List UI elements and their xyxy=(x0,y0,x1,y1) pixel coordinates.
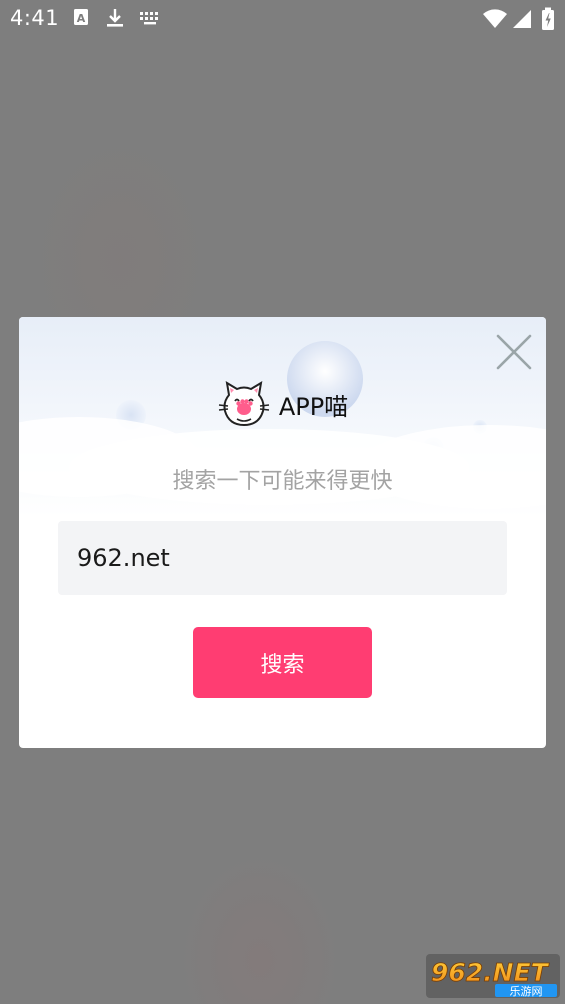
search-button[interactable]: 搜索 xyxy=(193,627,372,698)
watermark-tagline: 乐游网 xyxy=(510,985,543,998)
wifi-icon xyxy=(483,9,507,28)
search-dialog: APP喵 搜索一下可能来得更快 搜索 xyxy=(19,317,546,748)
status-time: 4:41 xyxy=(10,6,60,30)
app-brand: APP喵 xyxy=(19,379,546,429)
download-icon xyxy=(107,9,123,27)
search-hint: 搜索一下可能来得更快 xyxy=(172,469,393,494)
battery-icon xyxy=(542,7,554,30)
close-icon[interactable] xyxy=(494,332,534,372)
search-input[interactable] xyxy=(58,521,507,595)
svg-text:A: A xyxy=(77,12,86,25)
cat-logo-icon xyxy=(218,381,269,427)
a-notification-icon: A xyxy=(74,9,88,25)
signal-icon xyxy=(513,10,531,28)
app-name: APP喵 xyxy=(278,392,349,421)
site-watermark: 962.NET 乐游网 xyxy=(426,954,560,998)
status-bar: 4:41 A xyxy=(0,0,565,38)
keyboard-icon xyxy=(140,12,158,25)
watermark-brand: 962.NET xyxy=(431,958,550,987)
